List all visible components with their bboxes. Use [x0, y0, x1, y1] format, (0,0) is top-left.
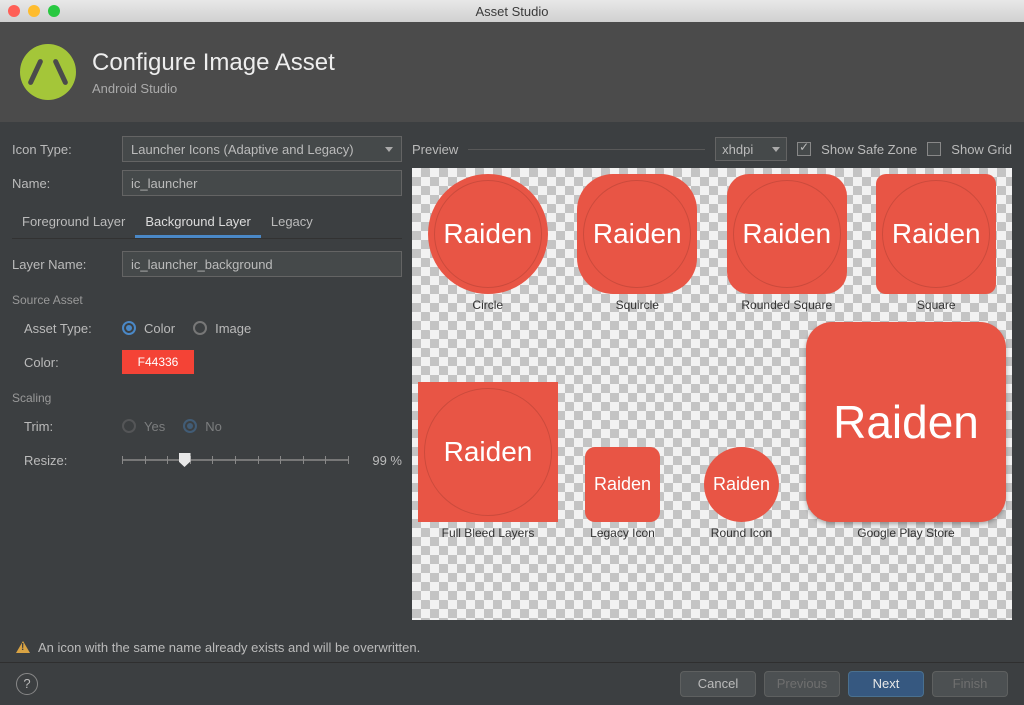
trim-label: Trim:	[12, 419, 122, 434]
wizard-footer: ? Cancel Previous Next Finish	[0, 662, 1024, 704]
page-subtitle: Android Studio	[92, 81, 335, 96]
previous-button: Previous	[764, 671, 840, 697]
preview-legacy-icon: Raiden Legacy Icon	[568, 447, 677, 540]
asset-type-image-radio[interactable]	[193, 321, 207, 335]
trim-yes-radio	[122, 419, 136, 433]
android-studio-icon	[20, 44, 76, 100]
show-grid-checkbox[interactable]	[927, 142, 941, 156]
asset-type-color-radio[interactable]	[122, 321, 136, 335]
layer-name-label: Layer Name:	[12, 257, 122, 272]
cancel-button[interactable]: Cancel	[680, 671, 756, 697]
preview-play-store: Raiden Google Play Store	[806, 322, 1006, 540]
next-button[interactable]: Next	[848, 671, 924, 697]
slider-thumb[interactable]	[179, 453, 191, 467]
help-button[interactable]: ?	[16, 673, 38, 695]
layer-name-input[interactable]	[122, 251, 402, 277]
tab-background-layer[interactable]: Background Layer	[135, 208, 261, 238]
preview-area: Raiden Circle Raiden Squircle Raiden Rou…	[412, 168, 1012, 620]
chevron-down-icon	[772, 147, 780, 152]
resize-label: Resize:	[12, 453, 122, 468]
settings-panel: Icon Type: Launcher Icons (Adaptive and …	[12, 134, 402, 620]
preview-squircle: Raiden Squircle	[568, 174, 708, 312]
preview-rounded-square: Raiden Rounded Square	[717, 174, 857, 312]
preview-label: Preview	[412, 142, 458, 157]
icon-type-dropdown[interactable]: Launcher Icons (Adaptive and Legacy)	[122, 136, 402, 162]
warning-icon	[16, 641, 30, 653]
chevron-down-icon	[385, 147, 393, 152]
preview-circle: Raiden Circle	[418, 174, 558, 312]
color-label: Color:	[12, 355, 122, 370]
preview-round-icon: Raiden Round Icon	[687, 447, 796, 540]
source-asset-section: Source Asset	[12, 293, 402, 307]
finish-button: Finish	[932, 671, 1008, 697]
name-input[interactable]	[122, 170, 402, 196]
asset-type-label: Asset Type:	[12, 321, 122, 336]
preview-panel: Preview xhdpi Show Safe Zone Show Grid R…	[412, 134, 1012, 620]
layer-tabs: Foreground Layer Background Layer Legacy	[12, 208, 402, 239]
wizard-header: Configure Image Asset Android Studio	[0, 22, 1024, 122]
warning-text: An icon with the same name already exist…	[38, 640, 420, 655]
density-dropdown[interactable]: xhdpi	[715, 137, 787, 161]
resize-value: 99 %	[360, 453, 402, 468]
warning-banner: An icon with the same name already exist…	[0, 632, 1024, 662]
name-label: Name:	[12, 176, 122, 191]
tab-foreground-layer[interactable]: Foreground Layer	[12, 208, 135, 238]
color-picker[interactable]: F44336	[122, 350, 194, 374]
icon-type-label: Icon Type:	[12, 142, 122, 157]
tab-legacy[interactable]: Legacy	[261, 208, 323, 238]
preview-square: Raiden Square	[867, 174, 1007, 312]
page-title: Configure Image Asset	[92, 49, 335, 77]
titlebar: Asset Studio	[0, 0, 1024, 22]
scaling-section: Scaling	[12, 391, 402, 405]
window-title: Asset Studio	[0, 4, 1024, 19]
resize-slider[interactable]	[122, 449, 348, 471]
show-safe-zone-checkbox[interactable]	[797, 142, 811, 156]
trim-no-radio	[183, 419, 197, 433]
preview-full-bleed: Raiden Full Bleed Layers	[418, 382, 558, 540]
